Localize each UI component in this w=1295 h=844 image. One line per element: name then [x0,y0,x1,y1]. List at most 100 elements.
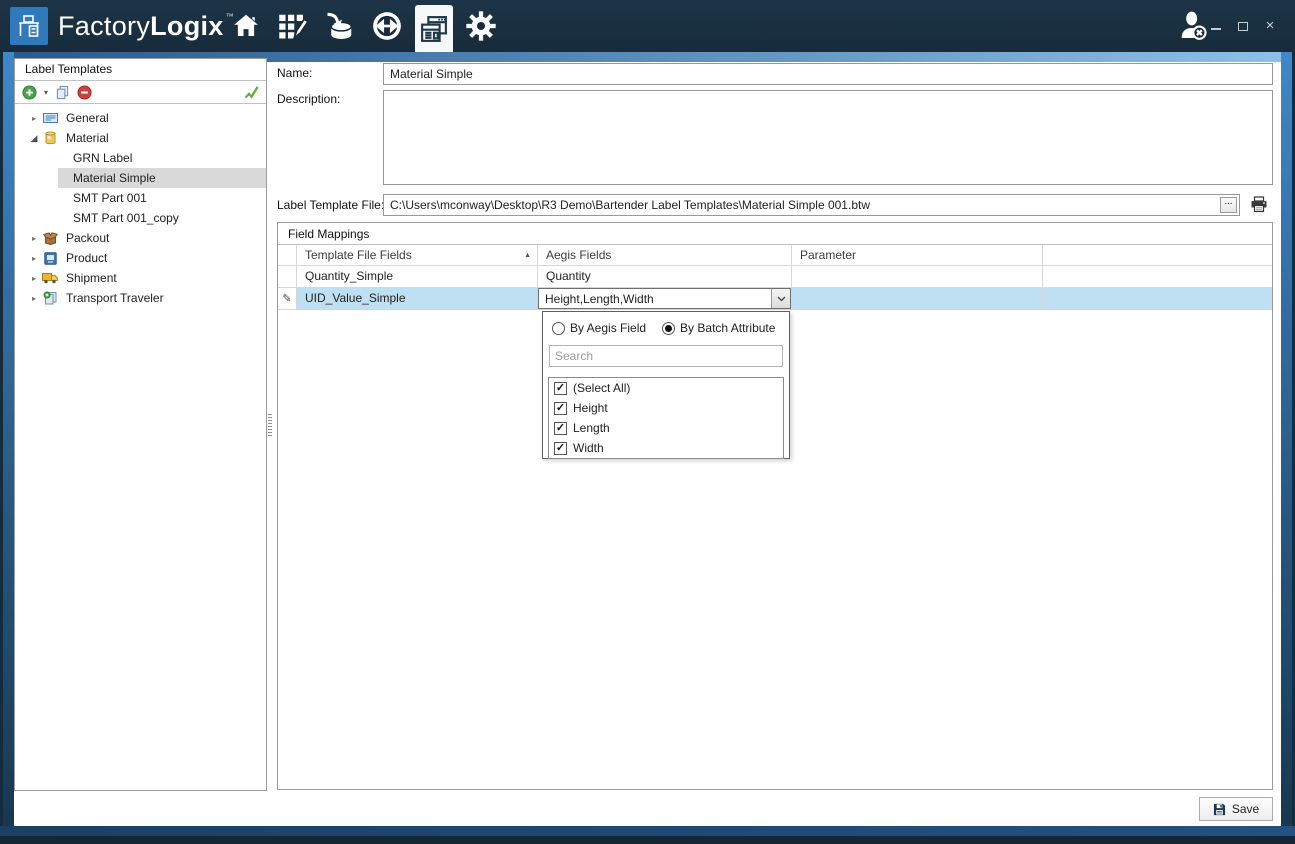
option-width[interactable]: ✓ Width [549,438,783,458]
option-length[interactable]: ✓ Length [549,418,783,438]
cell-aegis-field[interactable]: Quantity [538,266,792,288]
aegis-field-combobox[interactable]: Height,Length,Width [538,288,791,309]
tree-item-label: GRN Label [73,151,132,165]
window-controls: × [1209,0,1277,52]
nav-production-icon[interactable] [368,0,406,52]
tree-item-label: Transport Traveler [66,291,164,305]
cell-empty [1043,266,1272,288]
expander-icon[interactable]: ▸ [27,254,41,263]
nav-warehouse-icon[interactable] [321,0,359,52]
minimize-button[interactable] [1209,19,1223,33]
radio-by-batch-attribute[interactable]: By Batch Attribute [662,321,775,335]
chevron-down-icon [777,296,786,302]
add-dropdown-caret-icon[interactable]: ▾ [44,88,48,97]
tree-item-general[interactable]: ▸ General [15,108,266,128]
brand-bold: Logix [150,11,224,42]
column-header-parameter[interactable]: Parameter [792,244,1043,266]
expander-icon[interactable]: ▸ [27,114,41,123]
cell-template-field[interactable]: Quantity_Simple [297,266,538,288]
cell-aegis-field-editor: Height,Length,Width [538,288,792,310]
checkbox-checked-icon: ✓ [554,442,567,455]
tree-item-smt-part-001[interactable]: SMT Part 001 [15,188,266,208]
field-mappings-table: Template File Fields ▲ Aegis Fields Para… [278,244,1272,310]
tree-item-label: Packout [66,231,109,245]
search-box [549,345,783,367]
panel-splitter[interactable] [268,414,272,438]
cell-empty [1043,288,1272,310]
file-label: Label Template File: [277,198,384,212]
column-header-template-file-fields[interactable]: Template File Fields ▲ [297,244,538,266]
remove-template-button[interactable] [77,85,92,100]
option-select-all[interactable]: ✓ (Select All) [549,378,783,398]
radio-icon [552,322,565,335]
row-indicator [278,266,297,288]
expander-icon[interactable]: ◢ [27,133,41,144]
close-button[interactable]: × [1263,19,1277,33]
open-box-icon [41,232,59,245]
copy-template-button[interactable] [55,85,70,100]
description-input[interactable] [383,90,1273,185]
expander-icon[interactable]: ▸ [27,294,41,303]
app-name: FactoryLogix™ [58,0,234,52]
nav-engineering-icon[interactable] [274,0,312,52]
radio-label: By Batch Attribute [680,321,775,335]
maximize-button[interactable] [1236,19,1250,33]
add-template-button[interactable] [22,85,37,100]
product-box-icon [41,252,59,265]
mapping-mode-radios: By Aegis Field By Batch Attribute [543,312,789,335]
cell-template-field[interactable]: UID_Value_Simple [297,288,538,310]
tree-item-packout[interactable]: ▸ Packout [15,228,266,248]
tree-item-material[interactable]: ◢ Material [15,128,266,148]
nav-templates-icon[interactable] [415,5,453,52]
app-logo [10,7,48,45]
browse-button[interactable]: ... [1220,197,1237,213]
batch-attribute-dropdown: By Aegis Field By Batch Attribute ✓ (Sel… [542,311,790,459]
brand-light: Factory [58,11,150,42]
row-edit-indicator: ✎ [278,288,297,310]
file-path-input[interactable] [383,194,1240,216]
expander-icon[interactable]: ▸ [27,274,41,283]
expander-icon[interactable]: ▸ [27,234,41,243]
name-input[interactable] [383,63,1273,85]
column-header-empty [1043,244,1272,266]
option-label: Length [573,421,610,435]
tree-item-shipment[interactable]: ▸ Shipment [15,268,266,288]
label-tag-icon [41,112,59,124]
radio-by-aegis-field[interactable]: By Aegis Field [552,321,646,335]
edit-pencil-icon: ✎ [282,293,291,305]
combobox-value: Height,Length,Width [539,289,771,308]
save-button-label: Save [1232,802,1259,816]
sort-ascending-icon: ▲ [524,245,531,266]
window-bottom-edge [0,836,1295,844]
cell-parameter[interactable] [792,266,1043,288]
tree-item-label: SMT Part 001_copy [73,211,179,225]
tree-item-transport-traveler[interactable]: ▸ Transport Traveler [15,288,266,308]
search-input[interactable] [550,346,782,366]
column-header-label: Aegis Fields [546,245,611,266]
tree-item-grn-label[interactable]: GRN Label [15,148,266,168]
tree-item-product[interactable]: ▸ Product [15,248,266,268]
save-button[interactable]: Save [1199,797,1273,821]
cell-parameter[interactable] [792,288,1043,310]
label-templates-panel: Label Templates ▾ ▸ General ◢ [14,58,267,791]
column-header-indicator [278,244,297,266]
tree-item-label: Shipment [66,271,117,285]
nav-settings-gear-icon[interactable] [462,0,500,52]
window-bottom-border [0,826,1295,836]
nav-home-icon[interactable] [227,0,265,52]
main-nav [227,0,509,52]
column-header-label: Parameter [800,245,856,266]
window-left-border [0,52,14,836]
option-height[interactable]: ✓ Height [549,398,783,418]
radio-checked-icon [662,322,675,335]
user-logout-icon[interactable] [1176,9,1210,43]
field-mappings-title: Field Mappings [278,223,1272,241]
printer-icon[interactable] [1250,196,1268,213]
tree-item-smt-part-001-copy[interactable]: SMT Part 001_copy [15,208,266,228]
combobox-dropdown-button[interactable] [771,289,790,308]
column-header-aegis-fields[interactable]: Aegis Fields [538,244,792,266]
traveler-pages-icon [41,291,59,305]
tree-item-label: Material [66,131,109,145]
tree-item-material-simple[interactable]: Material Simple [15,168,266,188]
validate-template-button[interactable] [244,85,259,100]
